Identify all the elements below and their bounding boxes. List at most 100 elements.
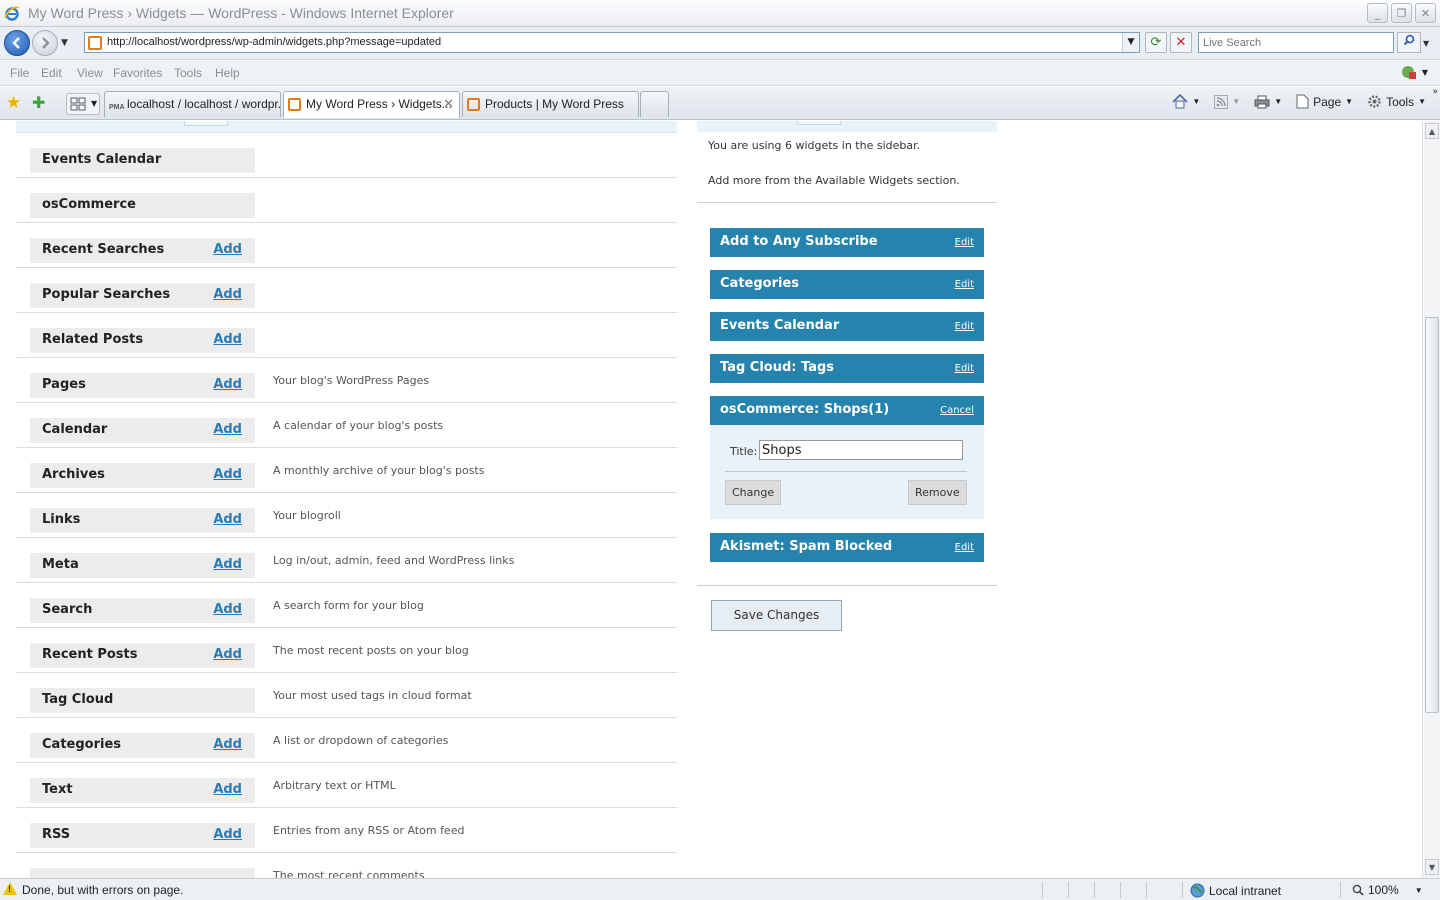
feeds-button[interactable]: ▼ bbox=[1214, 94, 1240, 109]
title-input[interactable] bbox=[759, 440, 963, 460]
restore-button[interactable]: ❐ bbox=[1391, 3, 1412, 23]
toolbar-addon-dropdown[interactable]: ▼ bbox=[1422, 68, 1428, 77]
sidebar-widget-open[interactable]: osCommerce: Shops(1) Cancel bbox=[710, 396, 984, 425]
widget-description: A monthly archive of your blog's posts bbox=[273, 464, 485, 477]
widget-row: Categories Add A list or dropdown of cat… bbox=[16, 718, 677, 763]
zoom-dropdown[interactable]: ▼ bbox=[1415, 886, 1423, 895]
sidebar-widget[interactable]: Akismet: Spam Blocked Edit bbox=[710, 533, 984, 562]
widget-box: Text Add bbox=[30, 778, 255, 803]
zoom-control[interactable]: 100% ▼ bbox=[1352, 883, 1423, 897]
refresh-button[interactable]: ⟳ bbox=[1145, 32, 1167, 53]
status-message: Done, but with errors on page. bbox=[22, 883, 184, 897]
widget-add-link[interactable]: Add bbox=[213, 827, 242, 842]
quick-tabs-icon bbox=[70, 97, 86, 111]
live-search-input[interactable] bbox=[1199, 33, 1393, 52]
tab-widgets[interactable]: My Word Press › Widgets... ✕ bbox=[283, 91, 460, 118]
sidebar-widget-edit-link[interactable]: Edit bbox=[955, 279, 974, 290]
scroll-down-arrow-icon[interactable]: ▼ bbox=[1425, 859, 1439, 875]
close-tab-icon[interactable]: ✕ bbox=[443, 96, 454, 112]
search-button[interactable] bbox=[1397, 32, 1421, 53]
search-icon bbox=[1403, 34, 1415, 46]
widget-row: Tag Cloud Your most used tags in cloud f… bbox=[16, 673, 677, 718]
tab-products[interactable]: Products | My Word Press bbox=[462, 91, 639, 117]
zoom-level: 100% bbox=[1368, 883, 1399, 897]
menu-help[interactable]: Help bbox=[215, 66, 240, 80]
widget-row: Recent Posts Add The most recent posts o… bbox=[16, 628, 677, 673]
favorites-star-icon[interactable]: ★ bbox=[6, 93, 21, 113]
save-changes-button[interactable]: Save Changes bbox=[711, 600, 842, 631]
sidebar-widget-name: Akismet: Spam Blocked bbox=[720, 539, 893, 554]
address-dropdown[interactable]: ▼ bbox=[1122, 33, 1139, 52]
toolbar-overflow-chevron-icon[interactable]: » bbox=[1432, 87, 1438, 97]
sidebar-widget-edit-link[interactable]: Edit bbox=[955, 321, 974, 332]
toolbar-addon-icon[interactable] bbox=[1400, 64, 1418, 80]
widget-name: Recent Searches bbox=[42, 242, 165, 257]
address-url[interactable]: http://localhost/wordpress/wp-admin/widg… bbox=[107, 36, 441, 48]
back-button[interactable] bbox=[4, 30, 30, 56]
widget-add-link[interactable]: Add bbox=[213, 332, 242, 347]
widget-add-link[interactable]: Add bbox=[213, 242, 242, 257]
widget-add-link[interactable]: Add bbox=[213, 737, 242, 752]
title-label: Title: bbox=[730, 445, 758, 458]
widget-add-link[interactable]: Add bbox=[213, 287, 242, 302]
page-menu-button[interactable]: Page ▼ bbox=[1296, 94, 1353, 109]
widget-add-link[interactable]: Add bbox=[213, 602, 242, 617]
tab-label: Products | My Word Press bbox=[485, 97, 624, 111]
print-button[interactable]: ▼ bbox=[1254, 95, 1282, 109]
widget-add-link[interactable]: Add bbox=[213, 782, 242, 797]
security-zone[interactable]: Local intranet bbox=[1190, 883, 1281, 898]
forward-button[interactable] bbox=[32, 30, 58, 56]
sidebar-widget-edit-link[interactable]: Edit bbox=[955, 237, 974, 248]
stop-button[interactable]: ✕ bbox=[1170, 32, 1192, 53]
vertical-scrollbar[interactable]: ▲ ▼ bbox=[1422, 121, 1440, 878]
address-bar[interactable]: http://localhost/wordpress/wp-admin/widg… bbox=[84, 32, 1140, 53]
gear-icon bbox=[1368, 95, 1381, 108]
quick-tabs-button[interactable]: ▼ bbox=[66, 93, 100, 115]
sidebar-widget[interactable]: Events Calendar Edit bbox=[710, 312, 984, 341]
menu-file[interactable]: File bbox=[10, 66, 29, 80]
add-to-favorites-icon[interactable]: ✚ bbox=[32, 93, 45, 112]
sidebar-add-more-hint: Add more from the Available Widgets sect… bbox=[708, 174, 960, 187]
widget-name: Categories bbox=[42, 737, 122, 752]
widget-add-link[interactable]: Add bbox=[213, 377, 242, 392]
sidebar-widget[interactable]: Add to Any Subscribe Edit bbox=[710, 228, 984, 257]
scroll-up-arrow-icon[interactable]: ▲ bbox=[1425, 123, 1439, 139]
sidebar-widget-cancel-link[interactable]: Cancel bbox=[940, 405, 974, 416]
tools-menu-button[interactable]: Tools ▼ bbox=[1367, 94, 1426, 109]
change-button[interactable]: Change bbox=[725, 480, 782, 505]
live-search-box[interactable] bbox=[1198, 32, 1394, 53]
recent-pages-dropdown[interactable]: ▼ bbox=[61, 38, 68, 48]
sidebar-widget-edit-link[interactable]: Edit bbox=[955, 363, 974, 374]
widget-add-link[interactable]: Add bbox=[213, 647, 242, 662]
widget-row: osCommerce bbox=[16, 178, 677, 223]
menu-edit[interactable]: Edit bbox=[41, 66, 62, 80]
new-tab-button[interactable] bbox=[640, 91, 669, 117]
minimize-button[interactable]: _ bbox=[1367, 3, 1388, 23]
tab-label: My Word Press › Widgets... bbox=[306, 97, 452, 111]
close-window-button[interactable]: ✕ bbox=[1415, 3, 1436, 23]
widget-add-link[interactable]: Add bbox=[213, 422, 242, 437]
warning-icon[interactable]: ! bbox=[3, 882, 17, 895]
widget-add-link[interactable]: Add bbox=[213, 467, 242, 482]
search-provider-dropdown[interactable]: ▼ bbox=[1423, 39, 1429, 48]
widget-add-link[interactable]: Add bbox=[213, 557, 242, 572]
menu-tools[interactable]: Tools bbox=[174, 66, 202, 80]
tools-menu-label: Tools bbox=[1386, 94, 1415, 109]
menu-favorites[interactable]: Favorites bbox=[113, 66, 162, 80]
sidebar-widget-edit-link[interactable]: Edit bbox=[955, 542, 974, 553]
menu-view[interactable]: View bbox=[77, 66, 103, 80]
remove-button[interactable]: Remove bbox=[908, 480, 967, 505]
scrollbar-thumb[interactable] bbox=[1425, 317, 1439, 713]
widget-box: Meta Add bbox=[30, 553, 255, 578]
widget-list-header-strip bbox=[16, 121, 677, 133]
widget-box: osCommerce bbox=[30, 193, 255, 218]
window-titlebar: My Word Press › Widgets — WordPress - Wi… bbox=[0, 0, 1440, 27]
widget-box: Calendar Add bbox=[30, 418, 255, 443]
tab-phpmyadmin[interactable]: PMA localhost / localhost / wordpr... bbox=[104, 91, 281, 117]
widget-box: Search Add bbox=[30, 598, 255, 623]
widget-row: Text Add Arbitrary text or HTML bbox=[16, 763, 677, 808]
sidebar-widget[interactable]: Tag Cloud: Tags Edit bbox=[710, 354, 984, 383]
widget-add-link[interactable]: Add bbox=[213, 512, 242, 527]
home-button[interactable]: ▼ bbox=[1172, 94, 1200, 109]
sidebar-widget[interactable]: Categories Edit bbox=[710, 270, 984, 299]
